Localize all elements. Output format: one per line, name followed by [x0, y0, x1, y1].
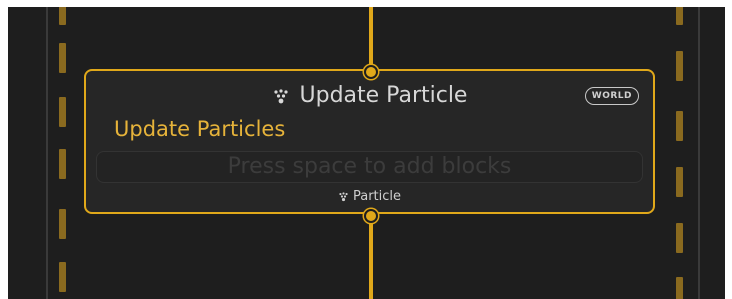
- particle-icon: [273, 89, 288, 104]
- context-footer-label: Particle: [352, 188, 402, 204]
- particle-icon: [339, 191, 348, 201]
- flow-input-port[interactable]: [364, 65, 378, 79]
- context-title: Update Particle: [299, 83, 468, 108]
- context-subtitle[interactable]: Update Particles: [114, 119, 285, 140]
- add-block-area[interactable]: Press space to add blocks: [96, 151, 643, 183]
- space-toggle-badge[interactable]: WORLD: [584, 87, 639, 105]
- add-block-hint: Press space to add blocks: [227, 154, 512, 179]
- context-header: Update Particle: [86, 81, 653, 111]
- right-dashed-flow: [676, 7, 683, 299]
- input-flow-edge[interactable]: [369, 7, 373, 69]
- context-footer: Particle: [86, 187, 653, 205]
- update-particle-context[interactable]: Update Particle WORLD Update Particles P…: [84, 69, 655, 214]
- graph-canvas[interactable]: Update Particle WORLD Update Particles P…: [8, 7, 725, 299]
- output-flow-edge[interactable]: [369, 217, 373, 299]
- left-dashed-flow: [59, 7, 66, 299]
- right-rail: [698, 7, 700, 299]
- flow-output-port[interactable]: [364, 209, 378, 223]
- left-rail: [46, 7, 48, 299]
